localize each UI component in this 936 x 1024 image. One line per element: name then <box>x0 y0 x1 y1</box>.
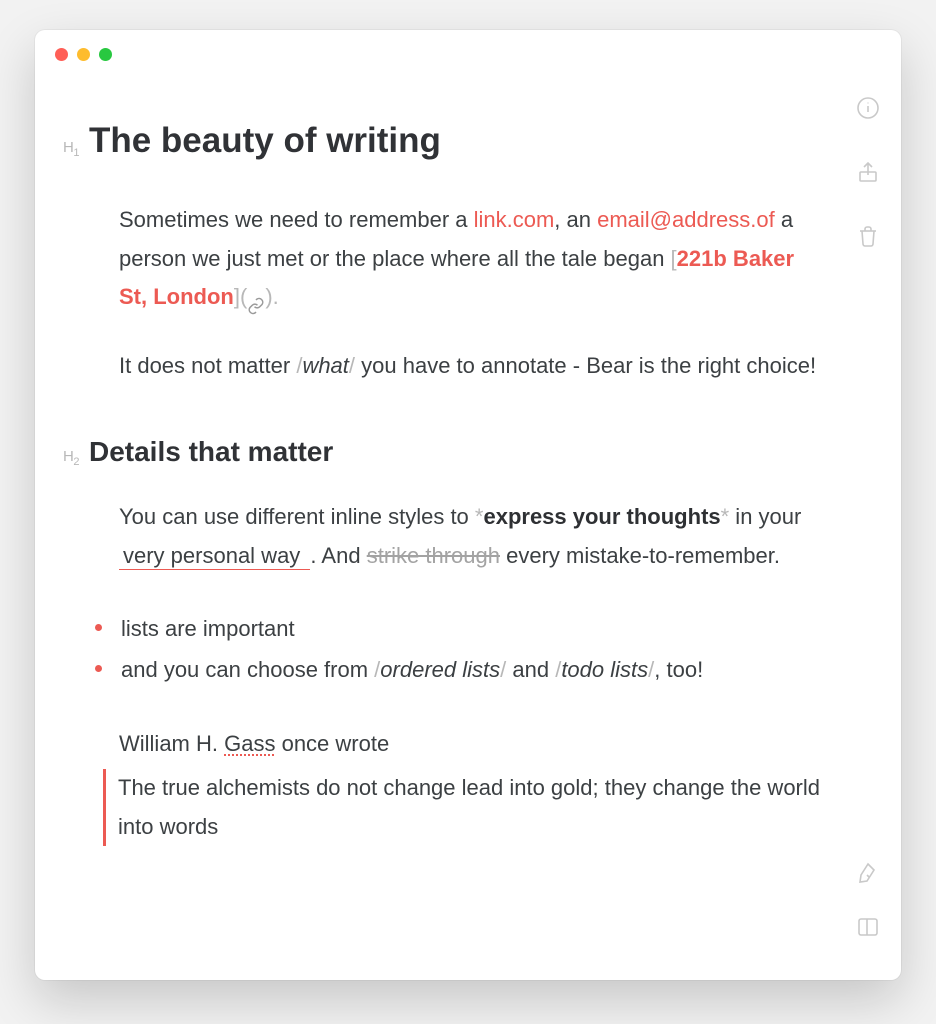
bullet-list[interactable]: lists are important and you can choose f… <box>103 609 821 690</box>
share-icon[interactable] <box>855 159 881 185</box>
h2-marker: H2 <box>63 444 79 472</box>
panel-icon[interactable] <box>855 914 881 940</box>
trash-icon[interactable] <box>855 223 881 249</box>
note-title[interactable]: The beauty of writing <box>89 110 441 171</box>
attribution-line[interactable]: William H. Gass once wrote <box>119 725 821 764</box>
paragraph-1[interactable]: Sometimes we need to remember a link.com… <box>119 201 821 317</box>
heading-1-row: H1 The beauty of writing <box>63 110 821 171</box>
bold-marker: * <box>721 504 730 529</box>
info-icon[interactable] <box>855 95 881 121</box>
quote-text: The true alchemists do not change lead i… <box>118 775 820 839</box>
editor-tools <box>855 860 881 940</box>
sidebar-actions <box>855 95 881 249</box>
text: in your <box>729 504 801 529</box>
italic-text: todo lists <box>561 657 648 682</box>
minimize-window-button[interactable] <box>77 48 90 61</box>
text: Sometimes we need to remember a <box>119 207 474 232</box>
url-link[interactable]: link.com <box>474 207 555 232</box>
section-title[interactable]: Details that matter <box>89 427 333 476</box>
list-item-text: lists are important <box>121 616 295 641</box>
close-window-button[interactable] <box>55 48 68 61</box>
text: It does not matter <box>119 353 296 378</box>
list-item[interactable]: and you can choose from /ordered lists/ … <box>93 650 821 691</box>
text: every mistake-to-remember. <box>500 543 780 568</box>
text: William H. <box>119 731 224 756</box>
text: , an <box>554 207 597 232</box>
blockquote[interactable]: The true alchemists do not change lead i… <box>103 769 821 846</box>
text: you have to annotate - Bear is the right… <box>355 353 816 378</box>
heading-2-row: H2 Details that matter <box>63 427 821 476</box>
window-controls <box>55 48 112 61</box>
bold-text: express your thoughts <box>483 504 720 529</box>
text: once wrote <box>275 731 389 756</box>
text: You can use different inline styles to <box>119 504 475 529</box>
text: , too! <box>654 657 703 682</box>
paragraph-3[interactable]: You can use different inline styles to *… <box>119 498 821 575</box>
italic-text: what <box>302 353 348 378</box>
bracket-close: ). <box>265 284 278 309</box>
underline-text: very personal way <box>119 543 310 570</box>
italic-text: ordered lists <box>380 657 500 682</box>
zoom-window-button[interactable] <box>99 48 112 61</box>
bracket-mid: ]( <box>234 284 247 309</box>
link-attachment-icon[interactable] <box>247 289 265 307</box>
h1-marker: H1 <box>63 135 79 163</box>
text: . And <box>310 543 366 568</box>
note-body[interactable]: H1 The beauty of writing Sometimes we ne… <box>103 110 821 846</box>
pen-icon[interactable] <box>855 860 881 886</box>
editor-window: H1 The beauty of writing Sometimes we ne… <box>35 30 901 980</box>
strike-text: strike through <box>367 543 500 568</box>
text: and you can choose from <box>121 657 374 682</box>
text: and <box>506 657 555 682</box>
spellcheck-word[interactable]: Gass <box>224 731 275 756</box>
list-item[interactable]: lists are important <box>93 609 821 650</box>
paragraph-2[interactable]: It does not matter /what/ you have to an… <box>119 347 821 386</box>
email-link[interactable]: email@address.of <box>597 207 775 232</box>
